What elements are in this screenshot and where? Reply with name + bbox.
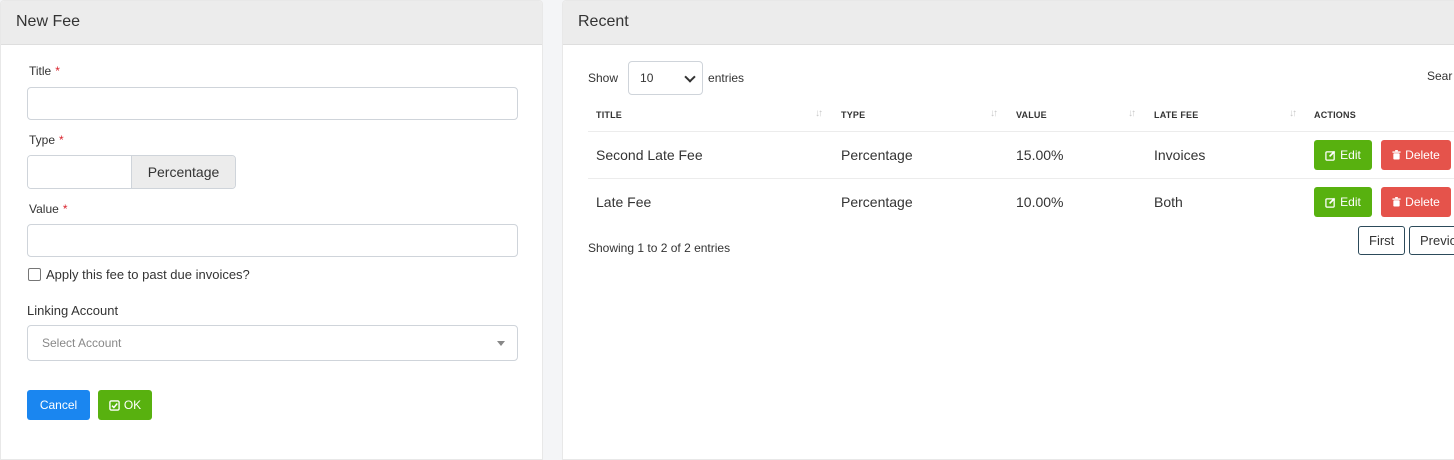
show-label: Show xyxy=(588,71,619,85)
search-label: Sear xyxy=(1427,69,1453,83)
type-addon[interactable]: Percentage xyxy=(132,156,235,188)
ok-button[interactable]: OK xyxy=(98,390,152,420)
table-cell-value: 10.00% xyxy=(1016,194,1064,210)
table-cell-value: 15.00% xyxy=(1016,147,1064,163)
table-cell-type: Percentage xyxy=(841,147,913,163)
title-input[interactable] xyxy=(27,87,518,120)
table-divider xyxy=(588,178,1454,179)
table-divider xyxy=(588,131,1454,132)
delete-label: Delete xyxy=(1405,148,1440,162)
edit-label: Edit xyxy=(1340,148,1361,162)
delete-button[interactable]: Delete xyxy=(1381,140,1451,170)
trash-icon xyxy=(1392,197,1401,207)
delete-label: Delete xyxy=(1405,195,1440,209)
edit-button[interactable]: Edit xyxy=(1314,187,1372,217)
table-cell-late-fee: Invoices xyxy=(1154,147,1206,163)
trash-icon xyxy=(1392,150,1401,160)
page-length-control: Show 10 entries xyxy=(588,61,744,95)
page-length-select[interactable]: 10 xyxy=(628,61,704,95)
recent-panel: Recent Show 10 entries Sear TITLE ↓↑ TYP… xyxy=(562,0,1454,460)
edit-label: Edit xyxy=(1340,195,1361,209)
recent-header: Recent xyxy=(563,1,1454,45)
type-input[interactable] xyxy=(28,156,132,188)
cancel-button[interactable]: Cancel xyxy=(27,390,90,420)
type-label: Type * xyxy=(29,133,64,147)
past-due-checkbox-label: Apply this fee to past due invoices? xyxy=(46,267,250,282)
linking-account-placeholder: Select Account xyxy=(42,336,122,350)
table-cell-title: Late Fee xyxy=(596,194,652,210)
value-input[interactable] xyxy=(27,224,518,257)
column-header-actions: ACTIONS xyxy=(1314,110,1356,120)
column-header-type[interactable]: TYPE xyxy=(841,110,865,120)
entries-label: entries xyxy=(708,71,745,85)
new-fee-panel: New Fee Title * Type * Percentage Value * A… xyxy=(0,0,543,460)
table-cell-title: Second Late Fee xyxy=(596,147,703,163)
past-due-checkbox[interactable] xyxy=(28,268,41,281)
table-info: Showing 1 to 2 of 2 entries xyxy=(588,241,731,255)
table-cell-type: Percentage xyxy=(841,194,913,210)
column-header-value[interactable]: VALUE xyxy=(1016,110,1047,120)
edit-icon xyxy=(1325,150,1336,161)
past-due-checkbox-row: Apply this fee to past due invoices? xyxy=(28,267,250,282)
chevron-down-icon xyxy=(684,71,696,83)
table-cell-late-fee: Both xyxy=(1154,194,1183,210)
sort-icon[interactable]: ↓↑ xyxy=(1289,108,1297,119)
pagination-previous-button[interactable]: Previo xyxy=(1409,226,1454,255)
sort-icon[interactable]: ↓↑ xyxy=(1128,108,1136,119)
delete-button[interactable]: Delete xyxy=(1381,187,1451,217)
new-fee-header: New Fee xyxy=(1,1,542,45)
sort-icon[interactable]: ↓↑ xyxy=(990,108,998,119)
linking-account-select[interactable]: Select Account xyxy=(27,325,518,361)
sort-icon[interactable]: ↓↑ xyxy=(815,108,823,119)
check-square-icon xyxy=(109,399,120,411)
page-length-value: 10 xyxy=(640,71,654,85)
value-label: Value * xyxy=(29,202,68,216)
edit-button[interactable]: Edit xyxy=(1314,140,1372,170)
dropdown-caret-icon xyxy=(497,341,505,346)
edit-icon xyxy=(1325,197,1336,208)
title-label: Title * xyxy=(29,64,60,78)
column-header-late-fee[interactable]: LATE FEE xyxy=(1154,110,1198,120)
column-header-title[interactable]: TITLE xyxy=(596,110,622,120)
ok-label: OK xyxy=(123,398,142,412)
pagination-first-button[interactable]: First xyxy=(1358,226,1406,255)
type-input-group: Percentage xyxy=(27,155,236,189)
linking-account-label: Linking Account xyxy=(27,303,119,318)
